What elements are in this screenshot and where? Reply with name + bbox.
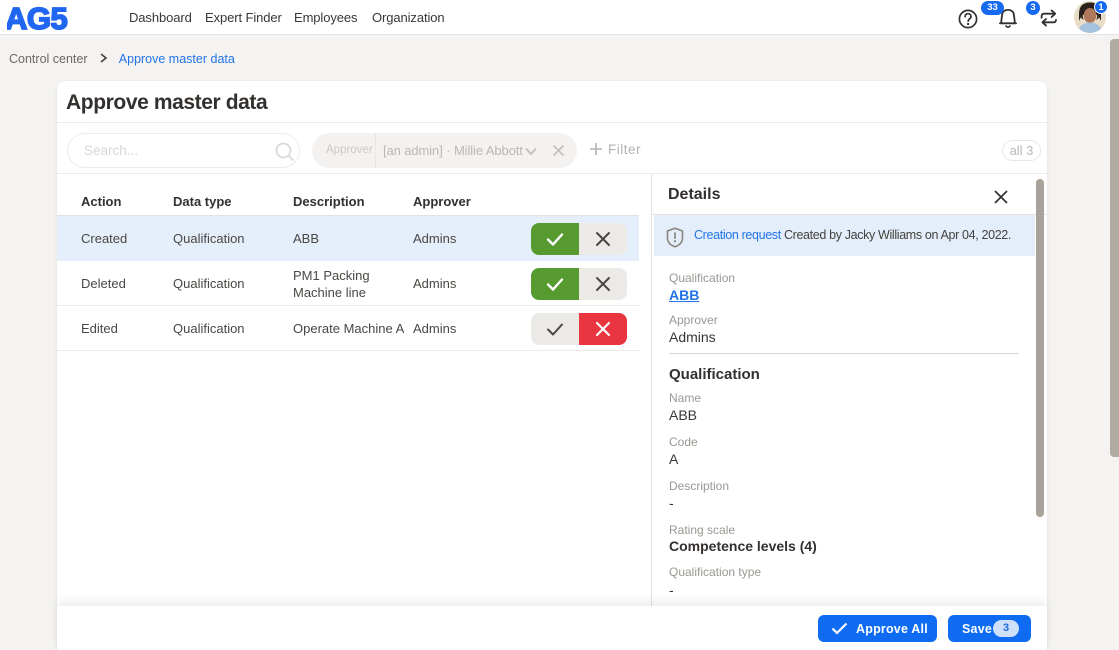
svg-text:AG5: AG5 [7, 2, 68, 34]
